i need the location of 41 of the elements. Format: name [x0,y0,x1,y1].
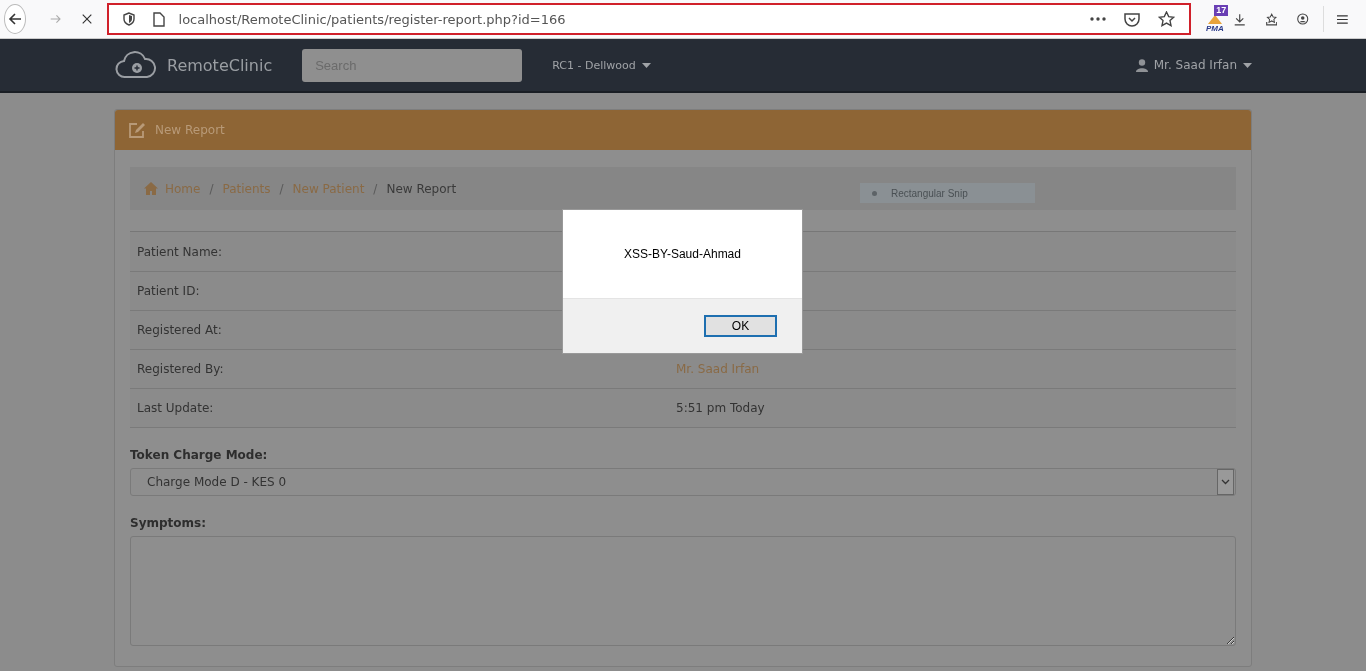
charge-mode-select[interactable]: Charge Mode D - KES 0 [130,468,1236,496]
breadcrumb-separator: / [373,181,378,196]
detail-label: Registered At: [137,323,223,337]
detail-value: 5:51 pm Today [676,401,765,415]
cloud-logo-icon [115,51,157,79]
breadcrumb-current: New Report [386,181,457,196]
detail-label: Registered By: [137,362,225,376]
extension-badge: 17 [1214,5,1229,16]
field-label: Token Charge Mode: [130,448,269,462]
back-button[interactable] [4,4,27,34]
address-bar[interactable]: localhost/RemoteClinic/patients/register-report.php?id=166 [107,4,1190,34]
ok-button[interactable]: OK [704,315,777,337]
url-text[interactable]: localhost/RemoteClinic/patients/register-report.php?id=166 [178,11,566,27]
back-arrow-icon[interactable] [8,12,22,26]
edit-icon [129,122,146,138]
symptoms-field[interactable] [130,536,1236,646]
star-icon[interactable] [1157,11,1175,27]
page-icon [152,11,165,27]
user-menu[interactable]: Mr. Saad Irfan [1135,58,1252,72]
shield-icon[interactable] [122,12,135,26]
detail-label: Last Update: [137,401,215,415]
field-label: Symptoms: [130,516,207,530]
user-icon [1135,58,1148,72]
brand-name[interactable]: RemoteClinic [167,55,273,75]
menu-icon[interactable] [1337,12,1348,26]
caret-icon [1243,62,1252,68]
clinic-menu[interactable]: RC1 - Dellwood [552,58,651,72]
triangle-icon [1205,14,1224,24]
snip-tooltip: Rectangular Snip [860,183,1035,203]
breadcrumb-separator: / [209,181,214,196]
caret-icon [641,62,651,68]
pocket-icon[interactable] [1123,11,1140,27]
account-icon[interactable] [1297,11,1309,27]
library-star-icon[interactable] [1265,10,1278,28]
detail-label: Patient ID: [137,284,201,298]
close-icon[interactable] [81,12,92,26]
more-icon[interactable] [1089,17,1106,21]
extension-label: PMA [1205,24,1224,34]
panel-title: New Report [155,123,225,137]
alert-message: XSS-BY-Saud-Ahmad [623,246,742,263]
breadcrumb-separator: / [279,181,284,196]
